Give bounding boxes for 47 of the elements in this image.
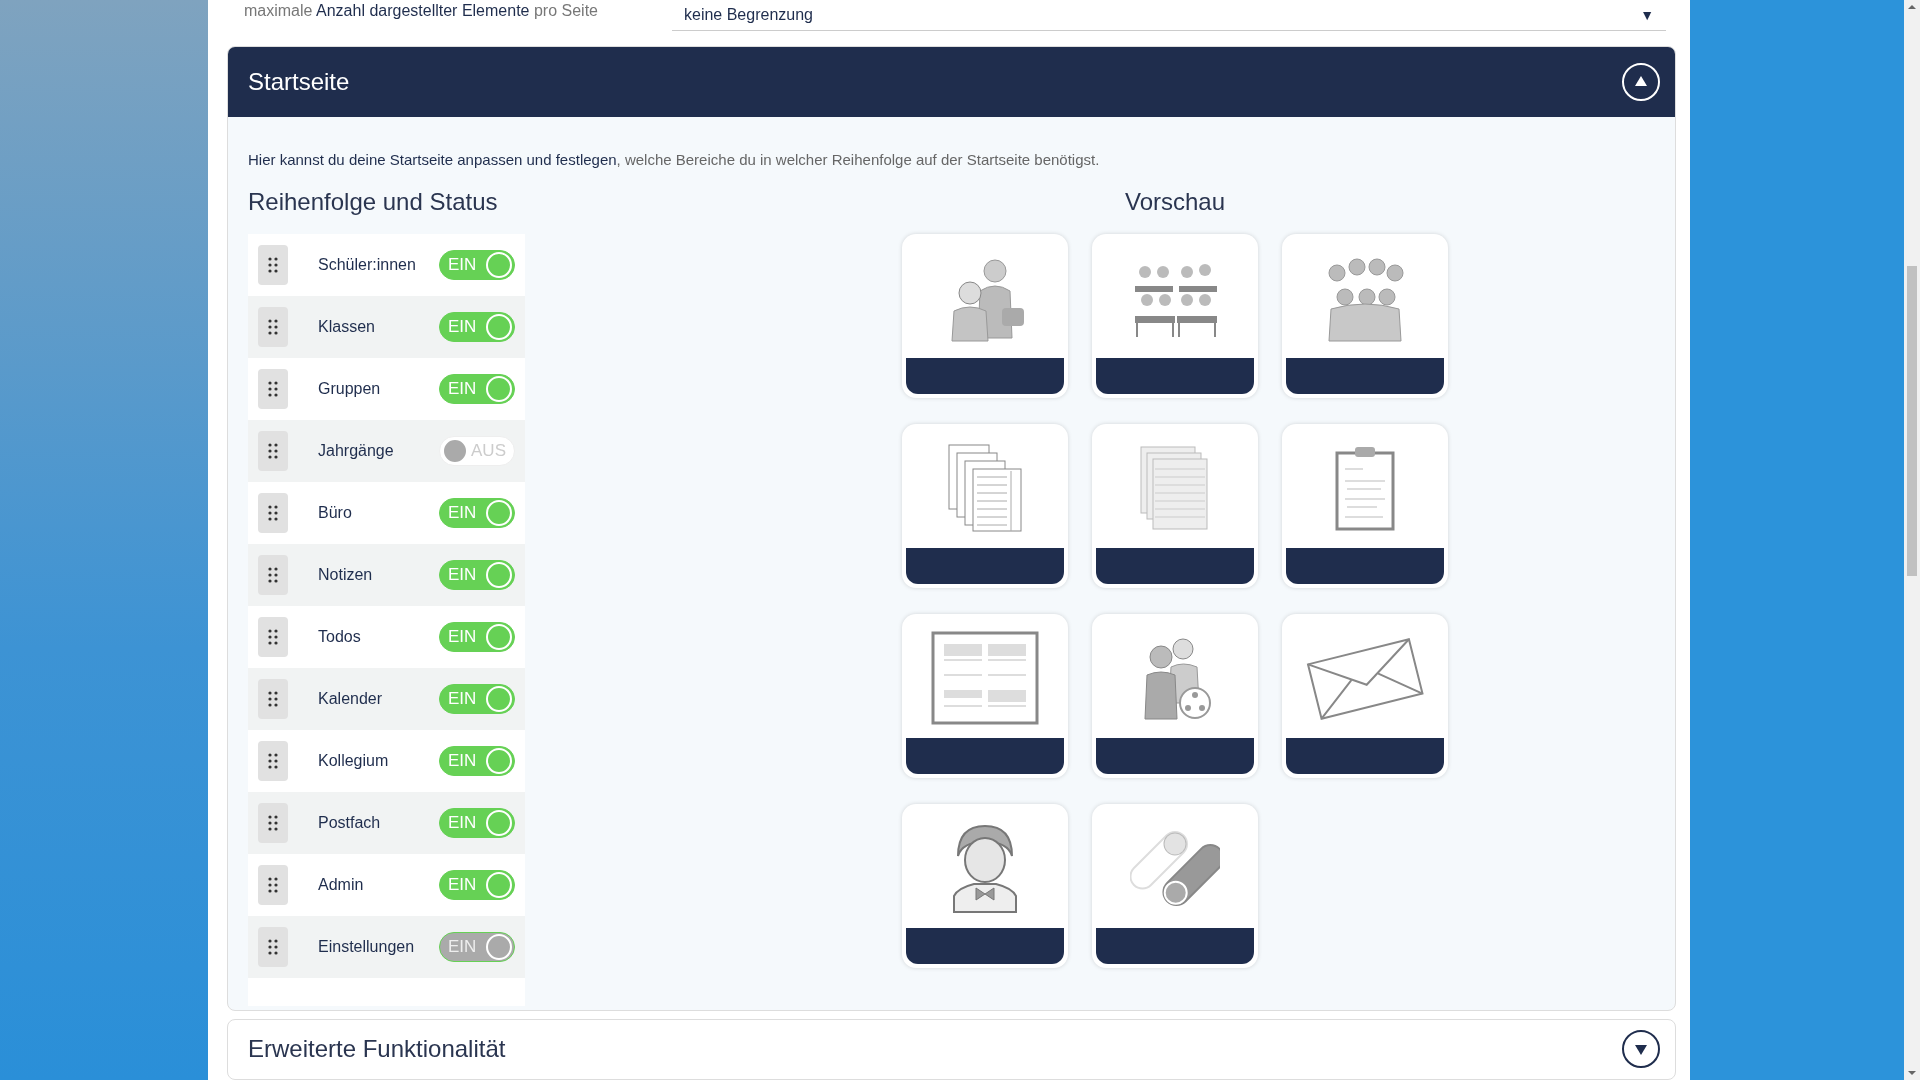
drag-handle-icon[interactable] xyxy=(258,678,288,719)
status-toggle[interactable]: EIN xyxy=(439,373,515,404)
drag-handle-icon[interactable] xyxy=(258,926,288,967)
status-toggle[interactable]: EIN xyxy=(439,683,515,714)
drag-handle-icon[interactable] xyxy=(258,244,288,285)
page-limit-label: maximale Anzahl dargestellter Elemente pro Seite xyxy=(244,1,599,20)
panel-title: Startseite xyxy=(248,67,350,96)
description-text: Hier kannst du deine Startseite anpassen und festlegen, welche Bereiche du in welcher Reihenfolge auf der Startseite benötigst. xyxy=(248,150,1101,168)
section-label: Jahrgänge xyxy=(318,441,395,460)
drag-handle-icon[interactable] xyxy=(258,368,288,409)
extended-panel[interactable]: Erweiterte Funktionalität xyxy=(227,1018,1676,1080)
drag-handle-icon[interactable] xyxy=(258,306,288,347)
status-toggle[interactable]: EIN xyxy=(439,807,515,838)
status-toggle[interactable]: EIN xyxy=(439,311,515,342)
section-label: Einstellungen xyxy=(318,937,416,956)
section-label: Büro xyxy=(318,503,353,522)
section-label: Gruppen xyxy=(318,379,382,398)
status-toggle[interactable]: EIN xyxy=(439,497,515,528)
status-toggle[interactable]: EIN xyxy=(439,559,515,590)
scroll-thumb[interactable] xyxy=(1907,266,1917,576)
panel-title: Erweiterte Funktionalität xyxy=(248,1035,506,1064)
section-label: Kollegium xyxy=(318,751,390,770)
drag-handle-icon[interactable] xyxy=(258,864,288,905)
section-label: Admin xyxy=(318,875,365,894)
status-toggle[interactable]: EIN xyxy=(439,869,515,900)
section-label: Schüler:innen xyxy=(318,255,417,274)
drag-handle-icon[interactable] xyxy=(258,492,288,533)
order-heading: Reihenfolge und Status xyxy=(248,187,499,216)
page-limit-select[interactable]: keine Begrenzung ▼ xyxy=(672,0,1666,31)
scrollbar[interactable] xyxy=(1904,0,1920,1080)
expand-icon[interactable] xyxy=(1621,1029,1661,1070)
preview-heading: Vorschau xyxy=(1123,187,1227,216)
drag-handle-icon[interactable] xyxy=(258,554,288,595)
drag-handle-icon[interactable] xyxy=(258,802,288,843)
section-label: Todos xyxy=(318,627,362,646)
section-label: Kalender xyxy=(318,689,384,708)
section-label: Postfach xyxy=(318,813,382,832)
panel-header[interactable]: Startseite xyxy=(228,46,1675,117)
status-toggle[interactable]: EIN xyxy=(439,745,515,776)
status-toggle[interactable]: EIN xyxy=(439,621,515,652)
section-label: Klassen xyxy=(318,317,376,336)
status-toggle[interactable]: EIN xyxy=(439,249,515,280)
drag-handle-icon[interactable] xyxy=(258,740,288,781)
collapse-icon[interactable] xyxy=(1621,61,1661,102)
section-label: Notizen xyxy=(318,565,374,584)
drag-handle-icon[interactable] xyxy=(258,430,288,471)
drag-handle-icon[interactable] xyxy=(258,616,288,657)
